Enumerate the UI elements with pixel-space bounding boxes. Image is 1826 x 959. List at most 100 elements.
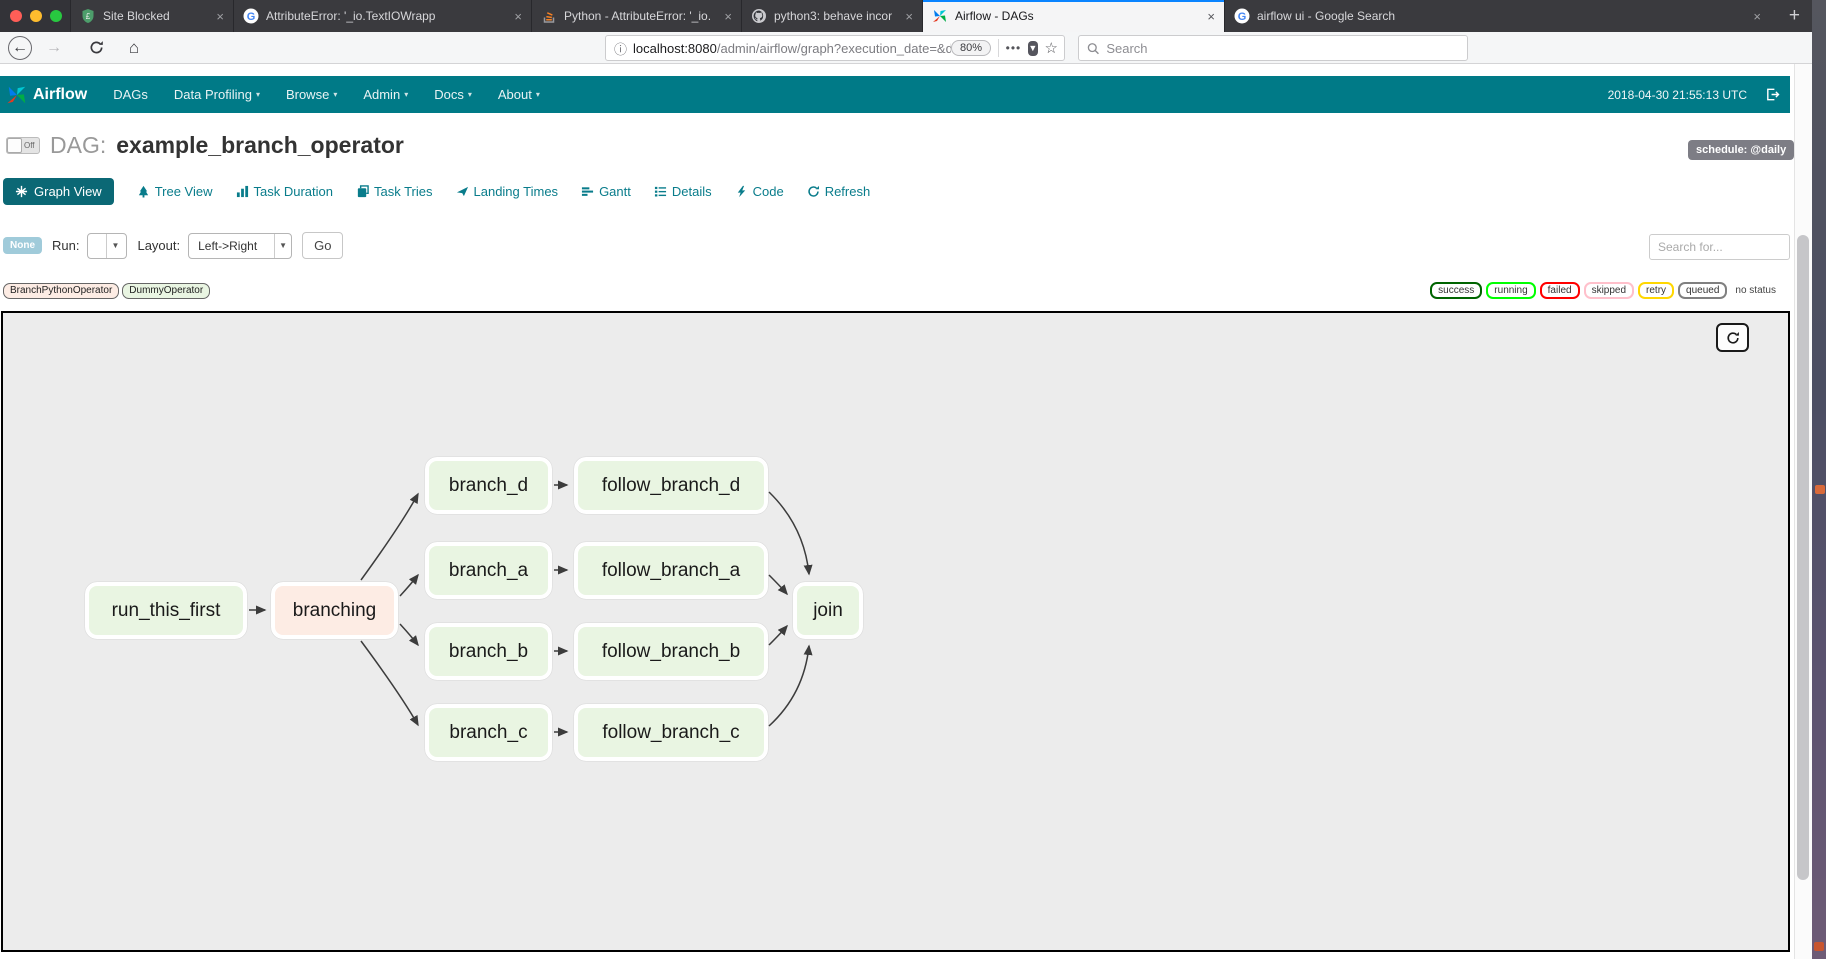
chevron-down-icon: ▼ [274,234,291,258]
edge-follow_branch_b-to-join [769,626,787,645]
airflow-menu: DAGsData Profiling▾Browse▾Admin▾Docs▾Abo… [87,87,540,102]
schedule-badge: schedule: @daily [1688,140,1794,160]
dag-node-follow_branch_d[interactable]: follow_branch_d [574,457,768,514]
view-tab-label: Task Tries [374,184,433,199]
new-tab-button[interactable]: + [1777,0,1812,32]
svg-text:G: G [1238,11,1247,23]
tab-title: python3: behave incorrectly mo [774,9,892,23]
browser-tab-2[interactable]: GAttributeError: '_io.TextIOWrapp× [233,0,531,32]
url-host: localhost:8080 [633,41,717,56]
dag-node-branch_d[interactable]: branch_d [425,457,552,514]
browser-tab-6[interactable]: Gairflow ui - Google Search× [1224,0,1770,32]
minimize-window-icon[interactable] [30,10,42,22]
forward-icon[interactable]: → [42,36,66,60]
close-tab-icon[interactable]: × [506,9,522,24]
operator-legend-pill: DummyOperator [122,283,210,299]
view-tab-tree-view[interactable]: Tree View [137,184,213,199]
list-icon [654,185,667,198]
nav-item-label: Admin [363,87,400,102]
dag-node-branch_c[interactable]: branch_c [425,704,552,761]
status-legend-failed: failed [1540,282,1580,299]
logout-icon[interactable] [1765,87,1780,102]
edge-follow_branch_c-to-join [769,646,809,726]
status-legend-queued: queued [1678,282,1727,299]
task-search-input[interactable] [1649,234,1790,260]
view-tab-label: Refresh [825,184,871,199]
dag-node-run_this_first[interactable]: run_this_first [85,582,247,639]
desktop-icon [1814,942,1824,951]
dag-node-follow_branch_a[interactable]: follow_branch_a [574,542,768,599]
back-icon[interactable]: ← [8,36,32,60]
zoom-window-icon[interactable] [50,10,62,22]
status-legend-running: running [1486,282,1535,299]
view-tab-landing-times[interactable]: Landing Times [456,184,559,199]
airflow-brand[interactable]: Airflow [6,84,87,106]
close-window-icon[interactable] [10,10,22,22]
tab-title: Python - AttributeError: '_io.Te [564,9,711,23]
dag-pause-toggle[interactable]: Off [6,137,40,154]
close-tab-icon[interactable]: × [1745,9,1761,24]
view-tab-gantt[interactable]: Gantt [581,184,631,199]
nav-item-label: Browse [286,87,329,102]
go-button[interactable]: Go [302,232,343,259]
dag-node-follow_branch_b[interactable]: follow_branch_b [574,623,768,680]
nav-item-data-profiling[interactable]: Data Profiling▾ [174,87,260,102]
browser-tab-3[interactable]: Python - AttributeError: '_io.Te × [531,0,741,32]
bookmark-star-icon[interactable]: ☆ [1045,39,1058,57]
nav-item-browse[interactable]: Browse▾ [286,87,337,102]
plane-icon [456,185,469,198]
browser-tab-1[interactable]: £Site Blocked× [70,0,233,32]
close-tab-icon[interactable]: × [716,9,732,24]
view-tab-label: Landing Times [474,184,559,199]
search-bar[interactable] [1078,35,1468,61]
edge-branching-to-branch_d [361,494,418,580]
dag-node-branch_b[interactable]: branch_b [425,623,552,680]
url-bar[interactable]: ⓘ localhost:8080 /admin/airflow/graph?ex… [605,35,1065,61]
airflow-icon [932,8,948,24]
view-tab-refresh[interactable]: Refresh [807,184,871,199]
dag-graph-canvas[interactable]: run_this_first branching branch_d branch_ab… [1,311,1790,952]
google-icon: G [1234,8,1250,24]
svg-text:G: G [247,11,256,23]
chevron-down-icon: ▾ [468,90,472,99]
view-tab-task-duration[interactable]: Task Duration [236,184,333,199]
dag-node-follow_branch_c[interactable]: follow_branch_c [574,704,768,761]
dag-node-branching[interactable]: branching [271,582,398,639]
dag-node-join[interactable]: join [793,582,863,639]
site-info-icon[interactable]: ⓘ [614,39,627,58]
layout-select[interactable]: Left->Right▼ [188,233,292,259]
run-select[interactable]: ▼ [87,233,127,259]
view-tab-details[interactable]: Details [654,184,712,199]
base-date-badge: None [3,237,42,254]
close-tab-icon[interactable]: × [1199,9,1215,24]
view-tab-graph-view[interactable]: Graph View [3,178,114,205]
zoom-level-badge[interactable]: 80% [951,40,991,56]
view-tab-task-tries[interactable]: Task Tries [356,184,433,199]
home-icon[interactable]: ⌂ [122,36,146,60]
page-scrollbar-thumb[interactable] [1797,235,1809,880]
nav-item-about[interactable]: About▾ [498,87,540,102]
chevron-down-icon: ▾ [404,90,408,99]
status-legend-retry: retry [1638,282,1674,299]
close-tab-icon[interactable]: × [208,9,224,24]
view-tab-code[interactable]: Code [735,184,784,199]
browser-tab-4[interactable]: python3: behave incorrectly mo × [741,0,922,32]
duration-icon [236,185,249,198]
nav-item-dags[interactable]: DAGs [113,87,148,102]
shield-icon: £ [80,8,96,24]
browser-tab-bar: £Site Blocked×GAttributeError: '_io.Text… [0,0,1812,32]
nav-item-admin[interactable]: Admin ▾ [363,87,408,102]
search-input[interactable] [1106,41,1459,56]
reload-icon[interactable] [84,36,108,60]
browser-tab-5[interactable]: Airflow - DAGs × [922,0,1224,32]
dag-node-branch_a[interactable]: branch_a [425,542,552,599]
nav-item-docs[interactable]: Docs▾ [434,87,472,102]
page-actions-icon[interactable]: ••• [1006,41,1022,55]
pocket-icon[interactable]: ▼ [1028,41,1037,56]
tab-title: Airflow - DAGs [955,9,1034,23]
view-tab-label: Details [672,184,712,199]
close-tab-icon[interactable]: × [897,9,913,24]
tree-icon [137,185,150,198]
search-icon [1087,42,1099,55]
status-legend-success: success [1430,282,1482,299]
